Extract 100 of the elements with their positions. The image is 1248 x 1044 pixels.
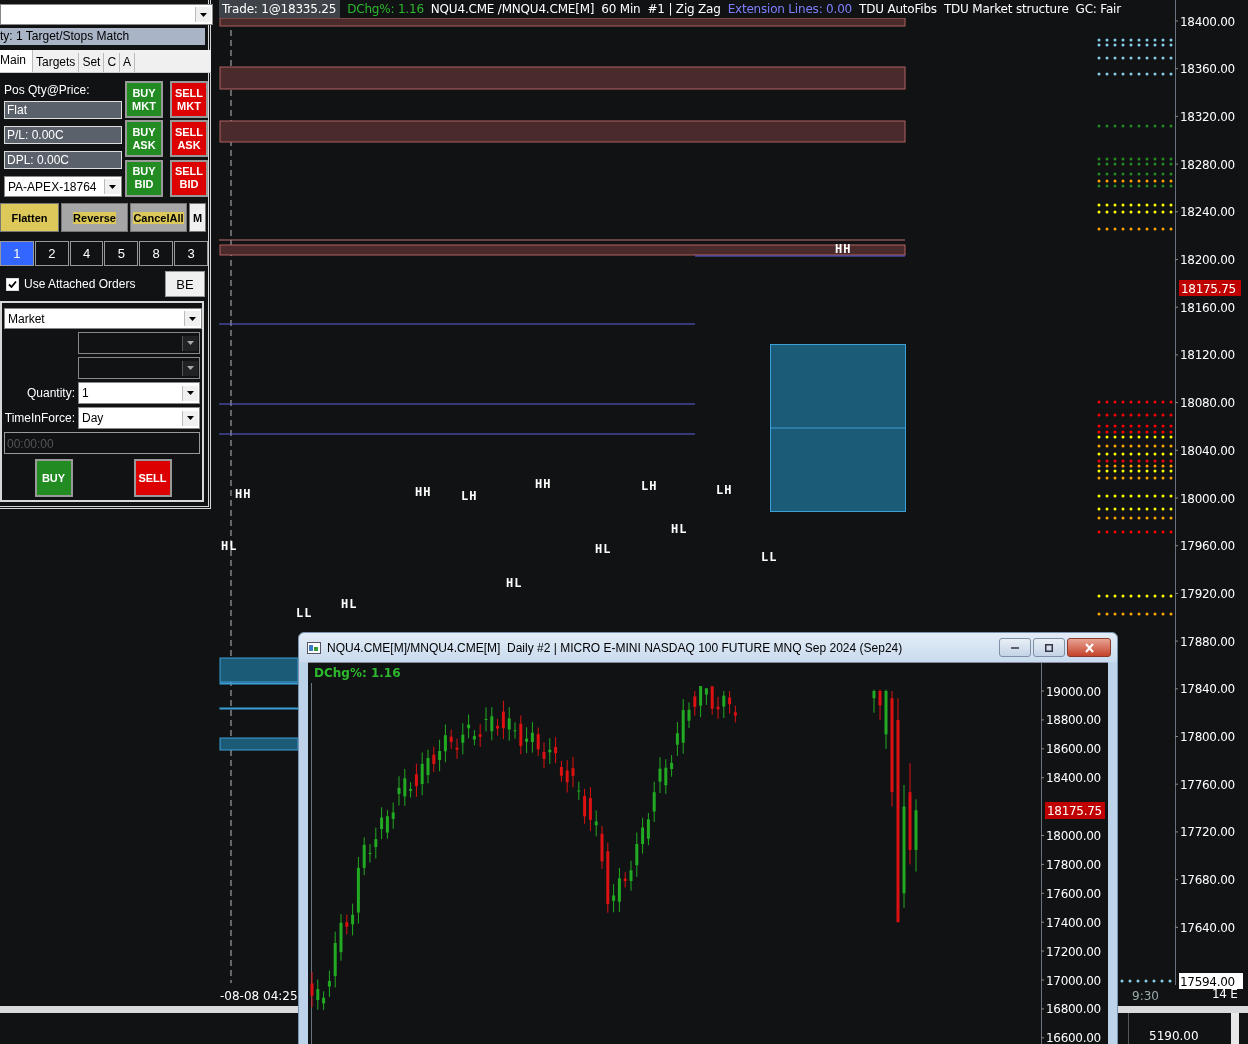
swing-label: LL (296, 606, 313, 620)
chart-info-text: TDU AutoFibs (859, 2, 937, 16)
swing-label: HH (415, 485, 432, 499)
order-type-dropdown[interactable]: Market (4, 308, 202, 329)
order-button[interactable]: BUY ASK (125, 120, 163, 158)
last-price-tag: 18175.75 (1179, 280, 1241, 296)
candle (635, 831, 639, 878)
position-label: Pos Qty@Price: (4, 83, 91, 97)
price-marker-tag: 17594.00 (1179, 973, 1243, 989)
time-axis-label: -08-08 04:25 (220, 989, 298, 1003)
quantity-dropdown[interactable]: 1 (78, 382, 200, 404)
chart-info-text: NQU4.CME /MNQU4.CME[M] (430, 2, 595, 16)
maximize-button[interactable] (1033, 638, 1065, 657)
candle (374, 827, 378, 860)
quantity-preset-button[interactable]: 4 (69, 241, 104, 266)
price-axis-label: 18800.00 (1046, 713, 1101, 728)
quantity-preset-button[interactable]: 1 (0, 241, 34, 266)
minimize-button[interactable] (999, 638, 1031, 657)
price-axis-label: 17640.00 (1180, 920, 1235, 935)
swing-label: HL (341, 597, 358, 611)
account-dropdown[interactable]: PA-APEX-18764 (4, 176, 122, 197)
order-button[interactable]: SELL BID (170, 159, 208, 197)
candle (368, 843, 372, 863)
order-button[interactable]: SELL MKT (170, 81, 208, 118)
field-label: Quantity: (26, 386, 75, 400)
price-dropdown[interactable] (78, 332, 200, 354)
candle (519, 714, 523, 755)
panel-tab[interactable]: C (104, 53, 121, 72)
price-axis-label: 16800.00 (1046, 1002, 1101, 1017)
quantity-preset-button[interactable]: 5 (104, 241, 139, 266)
caret-icon (195, 7, 211, 22)
candle (606, 842, 610, 914)
close-button[interactable] (1067, 638, 1111, 657)
price-axis-label: 18400.00 (1180, 14, 1235, 29)
price-axis-label: 18240.00 (1180, 205, 1235, 220)
candle (362, 836, 366, 876)
action-button[interactable]: CancelAll (130, 203, 187, 232)
price-axis-label: 17200.00 (1046, 944, 1101, 959)
candle (623, 871, 627, 888)
candle (478, 723, 482, 748)
candle (884, 689, 888, 750)
candle (316, 979, 320, 1011)
order-button[interactable]: SELL ASK (170, 120, 208, 158)
panel-tab[interactable]: Targets (33, 53, 80, 72)
submit-button[interactable]: SELL (133, 459, 172, 497)
candle (461, 722, 465, 755)
time-in-force-dropdown[interactable]: Day (78, 407, 200, 429)
quantity-preset-button[interactable]: 3 (174, 241, 208, 266)
chart-info-text: #1 | Zig Zag (647, 2, 721, 16)
price-axis-label: 17800.00 (1180, 730, 1235, 744)
candle (449, 729, 453, 750)
caret-icon (182, 385, 198, 401)
price-axis-label: 17000.00 (1046, 973, 1101, 988)
price-axis-label: 17840.00 (1180, 682, 1235, 697)
action-button[interactable]: Reverse (61, 203, 128, 232)
close-icon (1084, 642, 1094, 653)
candle (513, 721, 517, 740)
order-button[interactable]: BUY MKT (125, 81, 163, 118)
strategy-status-bar: ty: 1 Target/Stops Match (0, 28, 205, 45)
chart-info-text: DChg%: 1.16 (347, 2, 424, 16)
panel-tab[interactable]: A (120, 53, 136, 72)
order-button[interactable]: BUY BID (125, 159, 163, 197)
candle (652, 781, 656, 823)
price-axis-label: 17760.00 (1180, 777, 1235, 792)
readout-field: Flat (4, 101, 122, 119)
price-axis-label: 17400.00 (1046, 915, 1101, 930)
price-axis-label: 17920.00 (1180, 586, 1235, 601)
quantity-preset-button[interactable]: 8 (139, 241, 174, 266)
price-axis-label: 17720.00 (1180, 825, 1235, 840)
checkbox-label: Use Attached Orders (24, 277, 137, 291)
swing-label: HH (835, 242, 852, 256)
checkbox[interactable] (6, 277, 19, 291)
scroll-bar[interactable] (1231, 1013, 1239, 1044)
candle (664, 758, 668, 795)
menu-button[interactable]: M (189, 203, 206, 232)
price-axis-label: 18120.00 (1180, 348, 1235, 363)
candle (681, 698, 685, 755)
readout-field: DPL: 0.00C (4, 151, 122, 169)
maximize-icon (1045, 643, 1053, 652)
candle (565, 759, 569, 794)
candle (548, 737, 552, 765)
field-label: TimeInForce: (4, 411, 75, 425)
price-axis-label: 18320.00 (1180, 109, 1235, 124)
panel-tab[interactable]: Set (79, 53, 105, 72)
submit-button[interactable]: BUY (34, 459, 73, 497)
price-axis-label: 18080.00 (1180, 396, 1235, 411)
last-price-tag: 18175.75 (1045, 802, 1105, 819)
candle (432, 746, 436, 773)
readout-field: P/L: 0.00C (4, 126, 122, 144)
price-axis-label: 18600.00 (1046, 742, 1101, 757)
candle (693, 690, 697, 717)
swing-label: HH (535, 477, 552, 491)
price-dropdown[interactable] (78, 357, 200, 379)
quantity-preset-button[interactable]: 2 (34, 241, 69, 266)
chart-info-text: GC: Fair (1075, 2, 1121, 16)
indicator-label: DChg%: 1.16 (314, 666, 401, 680)
panel-tab[interactable]: Main (0, 50, 33, 72)
instrument-dropdown[interactable] (0, 4, 213, 25)
action-button[interactable]: Flatten (0, 203, 59, 232)
breakeven-button[interactable]: BE (165, 271, 205, 297)
